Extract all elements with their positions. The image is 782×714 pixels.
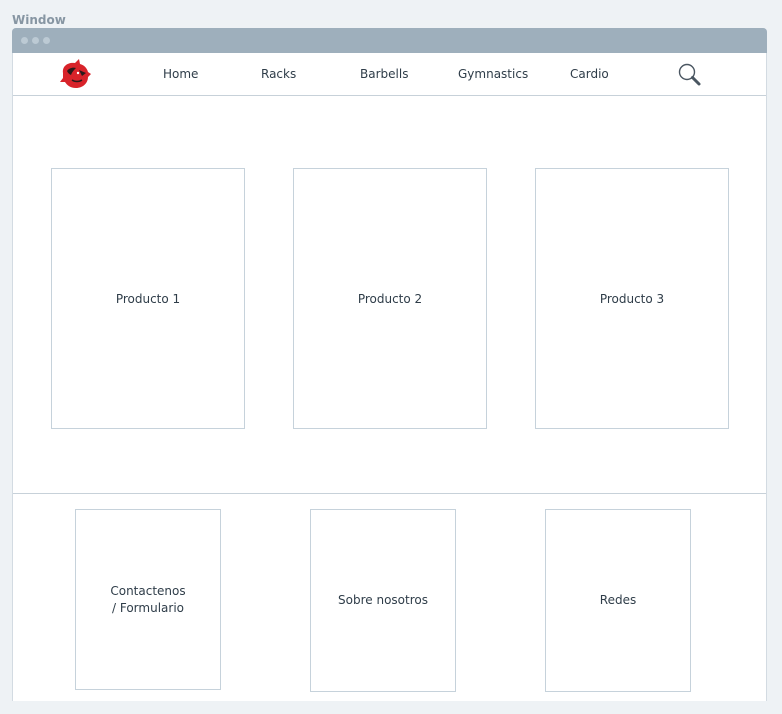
search-icon[interactable]: [678, 63, 702, 87]
footer: Contactenos / Formulario Sobre nosotros …: [13, 493, 766, 701]
footer-social-label: Redes: [599, 593, 637, 607]
window-maximize-dot[interactable]: [43, 37, 50, 44]
window-caption: Window: [12, 13, 66, 27]
product-label: Producto 2: [357, 291, 423, 306]
footer-contact-box[interactable]: Contactenos / Formulario: [75, 509, 221, 690]
window-titlebar: [12, 28, 767, 53]
rhino-logo-icon[interactable]: [58, 59, 92, 89]
product-label: Producto 3: [599, 291, 665, 306]
product-card-2[interactable]: Producto 2: [293, 168, 487, 429]
window-close-dot[interactable]: [21, 37, 28, 44]
footer-about-label: Sobre nosotros: [338, 593, 428, 607]
nav-home[interactable]: Home: [163, 67, 198, 81]
nav-cardio[interactable]: Cardio: [570, 67, 609, 81]
nav-racks[interactable]: Racks: [261, 67, 296, 81]
navbar: Home Racks Barbells Gymnastics Cardio: [13, 53, 766, 96]
product-label: Producto 1: [115, 291, 181, 306]
footer-contact-line1: Contactenos: [110, 583, 186, 598]
product-card-1[interactable]: Producto 1: [51, 168, 245, 429]
browser-window: Home Racks Barbells Gymnastics Cardio Pr…: [12, 28, 767, 701]
footer-contact-line2: / Formulario: [112, 600, 184, 615]
nav-barbells[interactable]: Barbells: [360, 67, 408, 81]
footer-about-box[interactable]: Sobre nosotros: [310, 509, 456, 692]
footer-social-box[interactable]: Redes: [545, 509, 691, 692]
window-minimize-dot[interactable]: [32, 37, 39, 44]
nav-gymnastics[interactable]: Gymnastics: [458, 67, 528, 81]
product-card-3[interactable]: Producto 3: [535, 168, 729, 429]
